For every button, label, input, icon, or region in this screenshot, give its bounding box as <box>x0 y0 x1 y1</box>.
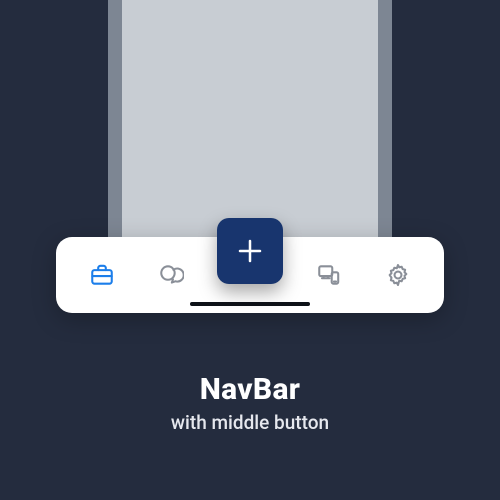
devices-icon <box>316 262 342 288</box>
home-indicator <box>190 302 310 306</box>
nav-item-chat[interactable] <box>149 253 193 297</box>
bottom-navbar <box>56 237 444 313</box>
nav-item-devices[interactable] <box>307 253 351 297</box>
caption-title: NavBar <box>0 372 500 407</box>
center-add-button[interactable] <box>217 218 283 284</box>
caption: NavBar with middle button <box>0 372 500 434</box>
caption-subtitle: with middle button <box>0 411 500 434</box>
gear-icon <box>385 262 411 288</box>
plus-icon <box>235 236 265 266</box>
nav-item-settings[interactable] <box>376 253 420 297</box>
briefcase-icon <box>89 262 115 288</box>
nav-item-briefcase[interactable] <box>80 253 124 297</box>
chat-icon <box>158 262 184 288</box>
